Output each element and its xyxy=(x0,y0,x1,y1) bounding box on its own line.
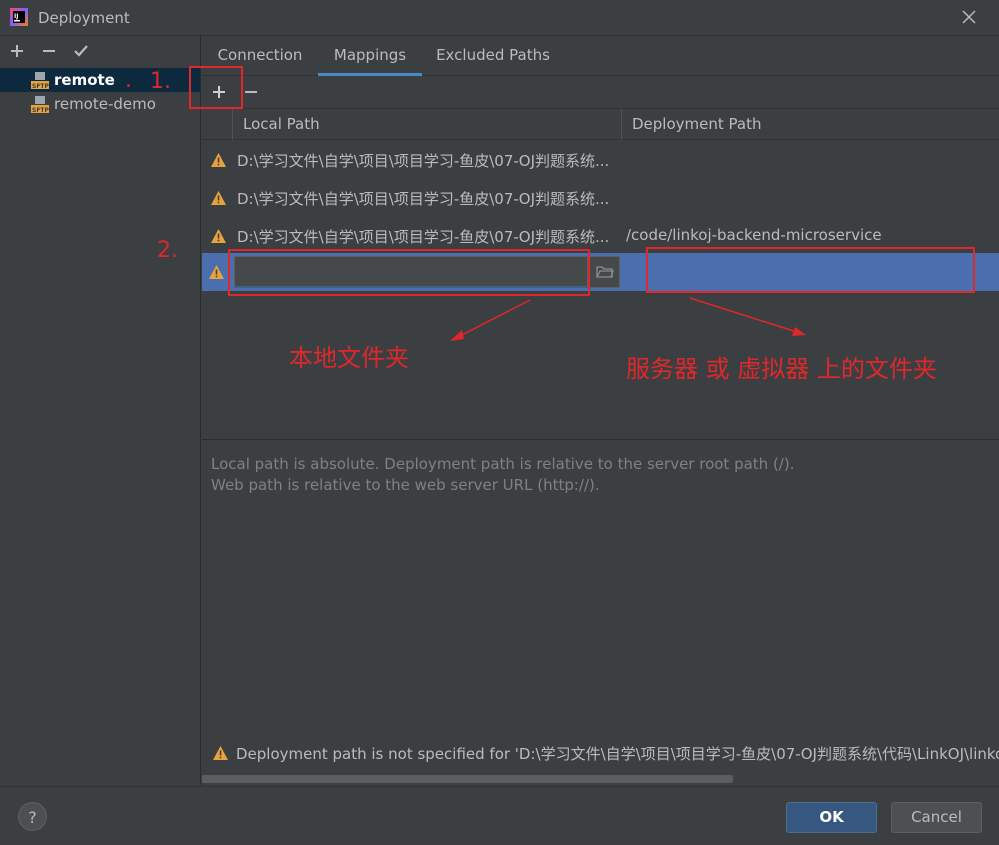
tab-excluded-paths[interactable]: Excluded Paths xyxy=(430,36,556,76)
server-label: remote-demo xyxy=(54,95,156,113)
svg-text:IJ: IJ xyxy=(14,13,18,20)
table-header: Local Path Deployment Path xyxy=(202,109,999,140)
mappings-help-text: Local path is absolute. Deployment path … xyxy=(211,454,794,496)
help-line: Local path is absolute. Deployment path … xyxy=(211,455,795,473)
deployment-path-cell[interactable]: /code/linkoj-backend-microservice xyxy=(626,226,882,244)
ok-button[interactable]: OK xyxy=(786,802,877,833)
local-path-cell[interactable]: D:\学习文件\自学\项目\项目学习-鱼皮\07-OJ判题系统... xyxy=(237,226,617,247)
annotation-step-2: 2. xyxy=(157,238,178,263)
folder-icon xyxy=(596,266,614,278)
column-header-deployment-path[interactable]: Deployment Path xyxy=(632,115,761,133)
validation-warning: Deployment path is not specified for 'D:… xyxy=(212,742,999,764)
horizontal-scrollbar[interactable] xyxy=(202,773,999,785)
tab-mappings[interactable]: Mappings xyxy=(318,36,422,76)
mappings-toolbar xyxy=(202,77,999,107)
annotation-box-deploy xyxy=(646,247,975,293)
help-line: Web path is relative to the web server U… xyxy=(211,476,600,494)
warning-icon xyxy=(213,746,228,760)
annotation-step-1: 1. xyxy=(150,69,171,94)
scrollbar-thumb[interactable] xyxy=(202,775,733,783)
remove-icon[interactable] xyxy=(39,41,59,61)
browse-folder-button[interactable] xyxy=(588,256,620,288)
server-label: remote xyxy=(54,71,115,89)
help-button[interactable]: ? xyxy=(18,802,47,831)
annotation-box-local xyxy=(228,249,590,296)
server-item-remote-demo[interactable]: SFTP remote-demo xyxy=(0,92,200,116)
checkmark-icon[interactable] xyxy=(71,41,91,61)
column-header-local-path[interactable]: Local Path xyxy=(243,115,320,133)
table-row[interactable]: D:\学习文件\自学\项目\项目学习-鱼皮\07-OJ判题系统... xyxy=(202,141,999,179)
remove-mapping-icon[interactable] xyxy=(241,82,261,102)
local-path-cell[interactable]: D:\学习文件\自学\项目\项目学习-鱼皮\07-OJ判题系统... xyxy=(237,188,617,209)
server-list-toolbar xyxy=(0,36,200,66)
annotation-server-folder: 服务器 或 虚拟器 上的文件夹 xyxy=(626,355,937,383)
column-divider xyxy=(621,109,622,140)
add-icon[interactable] xyxy=(7,41,27,61)
cancel-button[interactable]: Cancel xyxy=(891,802,982,833)
validation-warning-text: Deployment path is not specified for 'D:… xyxy=(236,745,999,763)
dialog-footer: ? OK Cancel xyxy=(0,786,999,845)
tab-bar: Connection Mappings Excluded Paths xyxy=(202,36,999,76)
window-title: Deployment xyxy=(38,9,130,27)
sftp-icon: SFTP xyxy=(31,96,50,114)
svg-text:SFTP: SFTP xyxy=(32,83,50,90)
intellij-app-icon: IJ xyxy=(10,8,28,26)
warning-icon xyxy=(211,191,226,205)
server-list-panel: SFTP remote SFTP remote-demo xyxy=(0,36,201,785)
warning-icon xyxy=(211,153,226,167)
sftp-icon: SFTP xyxy=(31,72,50,90)
local-path-cell[interactable]: D:\学习文件\自学\项目\项目学习-鱼皮\07-OJ判题系统... xyxy=(237,150,617,171)
warning-icon xyxy=(209,265,224,279)
column-divider xyxy=(232,109,233,140)
annotation-local-folder: 本地文件夹 xyxy=(289,344,409,372)
table-row[interactable]: D:\学习文件\自学\项目\项目学习-鱼皮\07-OJ判题系统... xyxy=(202,179,999,217)
annotation-box-add xyxy=(189,66,243,109)
annotation-dot: . xyxy=(125,68,132,93)
close-icon[interactable] xyxy=(961,9,977,25)
warning-icon xyxy=(211,229,226,243)
svg-text:SFTP: SFTP xyxy=(32,107,50,114)
title-bar: IJ Deployment xyxy=(0,0,999,36)
